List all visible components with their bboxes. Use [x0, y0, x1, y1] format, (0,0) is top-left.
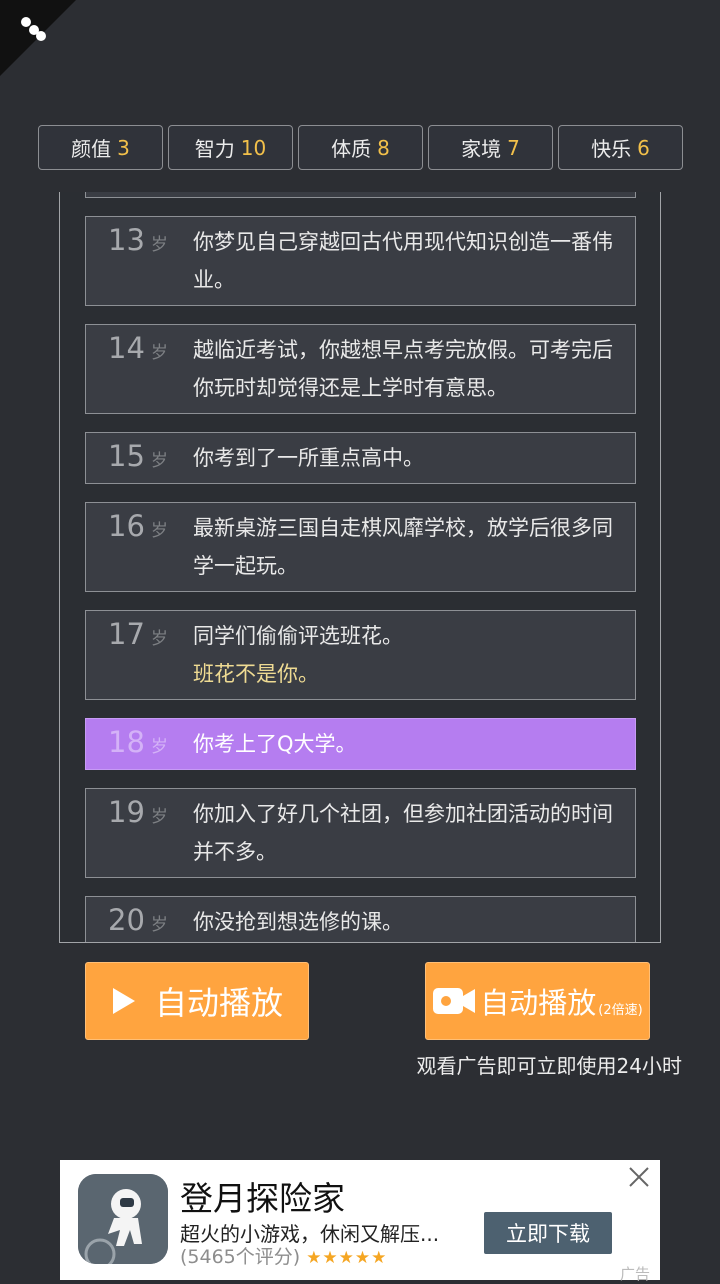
attr-appearance: 颜值 3 — [38, 125, 163, 170]
auto-play-button[interactable]: 自动播放 — [85, 962, 309, 1040]
event-row: 17 岁 同学们偷偷评选班花。 班花不是你。 — [85, 610, 636, 700]
event-row: 20 岁 你没抢到想选修的课。 — [85, 896, 636, 942]
video-icon — [433, 988, 476, 1014]
app-rating: (5465个评分) ★★★★★ — [180, 1246, 388, 1268]
event-row: 15 岁 你考到了一所重点高中。 — [85, 432, 636, 484]
event-row: 13 岁 你梦见自己穿越回古代用现代知识创造一番伟业。 — [85, 216, 636, 306]
life-event-panel[interactable]: 12岁 13岁 你梦见自己穿越回古代用现代知识创造一番伟业。 14岁 越临近考试… — [59, 192, 661, 943]
event-note: 班花不是你。 — [193, 662, 319, 686]
event-row: 12岁 — [85, 192, 636, 198]
event-row-highlighted: 18 岁 你考上了Q大学。 — [85, 718, 636, 770]
auto-play-fast-button[interactable]: 自动播放 (2倍速) — [425, 962, 650, 1040]
share-icon[interactable] — [18, 14, 48, 44]
attr-intelligence: 智力 10 — [168, 125, 293, 170]
ad-note: 观看广告即可立即使用24小时 — [416, 1054, 682, 1078]
event-row: 16 岁 最新桌游三国自走棋风靡学校，放学后很多同学一起玩。 — [85, 502, 636, 592]
ad-banner[interactable]: 登月探险家 超火的小游戏，休闲又解压... (5465个评分) ★★★★★ 立即下… — [60, 1160, 660, 1283]
event-row: 14 岁 越临近考试，你越想早点考完放假。可考完后你玩时却觉得还是上学时有意思。 — [85, 324, 636, 414]
app-name: 登月探险家 — [180, 1179, 345, 1218]
download-button[interactable]: 立即下载 — [484, 1212, 612, 1254]
event-list[interactable]: 12岁 13岁 你梦见自己穿越回古代用现代知识创造一番伟业。 14岁 越临近考试… — [85, 192, 636, 942]
rating-stars: ★★★★★ — [306, 1248, 388, 1268]
close-icon[interactable] — [628, 1166, 650, 1188]
ad-tag: 广告 — [619, 1265, 650, 1283]
attr-family: 家境 7 — [428, 125, 553, 170]
play-icon — [112, 988, 135, 1014]
attr-happiness: 快乐 6 — [558, 125, 683, 170]
event-row: 19 岁 你加入了好几个社团，但参加社团活动的时间并不多。 — [85, 788, 636, 878]
attr-constitution: 体质 8 — [298, 125, 423, 170]
attribute-bar: 颜值 3 智力 10 体质 8 家境 7 快乐 6 — [38, 125, 683, 170]
app-icon[interactable] — [78, 1174, 168, 1264]
